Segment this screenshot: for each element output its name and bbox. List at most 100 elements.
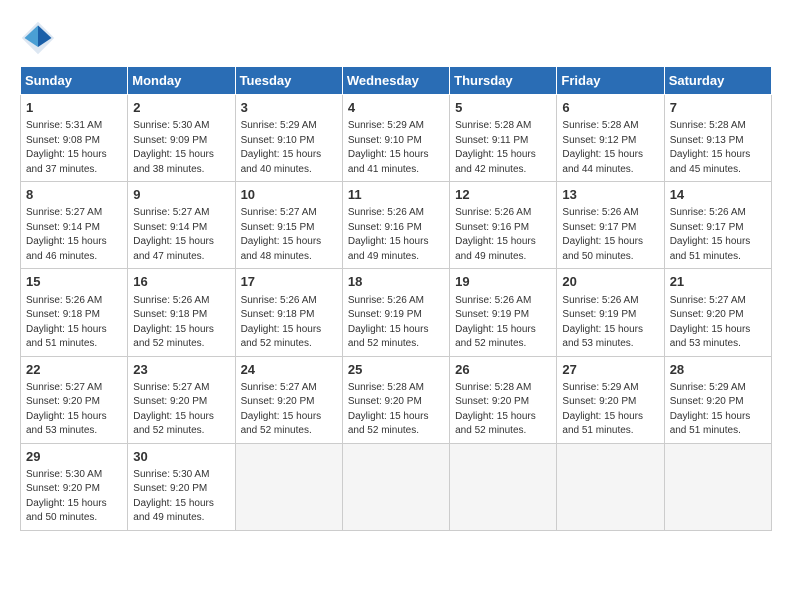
- day-number: 8: [26, 186, 122, 204]
- calendar-table: SundayMondayTuesdayWednesdayThursdayFrid…: [20, 66, 772, 531]
- col-header-tuesday: Tuesday: [235, 67, 342, 95]
- calendar-cell: [342, 443, 449, 530]
- day-number: 22: [26, 361, 122, 379]
- col-header-saturday: Saturday: [664, 67, 771, 95]
- day-number: 13: [562, 186, 658, 204]
- calendar-cell: [557, 443, 664, 530]
- col-header-thursday: Thursday: [450, 67, 557, 95]
- day-number: 26: [455, 361, 551, 379]
- day-number: 24: [241, 361, 337, 379]
- day-number: 5: [455, 99, 551, 117]
- day-info: Sunrise: 5:26 AM Sunset: 9:19 PM Dayligh…: [348, 294, 444, 352]
- calendar-cell: 1 Sunrise: 5:31 AM Sunset: 9:08 PM Daylig…: [21, 95, 128, 182]
- calendar-cell: 18 Sunrise: 5:26 AM Sunset: 9:19 PM Dayli…: [342, 269, 449, 356]
- day-number: 19: [455, 273, 551, 291]
- day-number: 23: [133, 361, 229, 379]
- calendar-cell: 19 Sunrise: 5:26 AM Sunset: 9:19 PM Dayli…: [450, 269, 557, 356]
- logo: [20, 20, 62, 56]
- calendar-cell: 2 Sunrise: 5:30 AM Sunset: 9:09 PM Daylig…: [128, 95, 235, 182]
- day-number: 28: [670, 361, 766, 379]
- calendar-week-row: 1 Sunrise: 5:31 AM Sunset: 9:08 PM Daylig…: [21, 95, 772, 182]
- calendar-cell: 20 Sunrise: 5:26 AM Sunset: 9:19 PM Dayli…: [557, 269, 664, 356]
- col-header-friday: Friday: [557, 67, 664, 95]
- day-info: Sunrise: 5:26 AM Sunset: 9:18 PM Dayligh…: [241, 294, 337, 352]
- calendar-cell: 8 Sunrise: 5:27 AM Sunset: 9:14 PM Daylig…: [21, 182, 128, 269]
- calendar-cell: [450, 443, 557, 530]
- day-info: Sunrise: 5:30 AM Sunset: 9:20 PM Dayligh…: [133, 468, 229, 526]
- day-info: Sunrise: 5:27 AM Sunset: 9:20 PM Dayligh…: [26, 381, 122, 439]
- day-info: Sunrise: 5:26 AM Sunset: 9:16 PM Dayligh…: [455, 206, 551, 264]
- day-info: Sunrise: 5:28 AM Sunset: 9:20 PM Dayligh…: [455, 381, 551, 439]
- day-number: 11: [348, 186, 444, 204]
- day-info: Sunrise: 5:28 AM Sunset: 9:11 PM Dayligh…: [455, 119, 551, 177]
- day-info: Sunrise: 5:26 AM Sunset: 9:16 PM Dayligh…: [348, 206, 444, 264]
- day-info: Sunrise: 5:27 AM Sunset: 9:20 PM Dayligh…: [241, 381, 337, 439]
- calendar-week-row: 8 Sunrise: 5:27 AM Sunset: 9:14 PM Daylig…: [21, 182, 772, 269]
- calendar-cell: 12 Sunrise: 5:26 AM Sunset: 9:16 PM Dayli…: [450, 182, 557, 269]
- day-number: 6: [562, 99, 658, 117]
- calendar-week-row: 29 Sunrise: 5:30 AM Sunset: 9:20 PM Dayli…: [21, 443, 772, 530]
- day-number: 2: [133, 99, 229, 117]
- calendar-cell: 22 Sunrise: 5:27 AM Sunset: 9:20 PM Dayli…: [21, 356, 128, 443]
- day-number: 3: [241, 99, 337, 117]
- day-info: Sunrise: 5:26 AM Sunset: 9:18 PM Dayligh…: [133, 294, 229, 352]
- day-number: 7: [670, 99, 766, 117]
- calendar-cell: 13 Sunrise: 5:26 AM Sunset: 9:17 PM Dayli…: [557, 182, 664, 269]
- calendar-week-row: 22 Sunrise: 5:27 AM Sunset: 9:20 PM Dayli…: [21, 356, 772, 443]
- header: [20, 20, 772, 56]
- day-number: 29: [26, 448, 122, 466]
- day-number: 18: [348, 273, 444, 291]
- day-info: Sunrise: 5:27 AM Sunset: 9:15 PM Dayligh…: [241, 206, 337, 264]
- day-number: 20: [562, 273, 658, 291]
- day-info: Sunrise: 5:26 AM Sunset: 9:19 PM Dayligh…: [562, 294, 658, 352]
- day-info: Sunrise: 5:27 AM Sunset: 9:14 PM Dayligh…: [133, 206, 229, 264]
- day-info: Sunrise: 5:30 AM Sunset: 9:09 PM Dayligh…: [133, 119, 229, 177]
- calendar-header-row: SundayMondayTuesdayWednesdayThursdayFrid…: [21, 67, 772, 95]
- day-number: 12: [455, 186, 551, 204]
- calendar-cell: 14Sunrise: 5:26 AM Sunset: 9:17 PM Dayli…: [664, 182, 771, 269]
- logo-icon: [20, 20, 56, 56]
- calendar-cell: [235, 443, 342, 530]
- day-info: Sunrise: 5:28 AM Sunset: 9:13 PM Dayligh…: [670, 119, 766, 177]
- day-info: Sunrise: 5:26 AM Sunset: 9:17 PM Dayligh…: [562, 206, 658, 264]
- day-number: 10: [241, 186, 337, 204]
- day-number: 15: [26, 273, 122, 291]
- day-number: 9: [133, 186, 229, 204]
- day-number: 17: [241, 273, 337, 291]
- calendar-cell: [664, 443, 771, 530]
- day-number: 16: [133, 273, 229, 291]
- calendar-cell: 24 Sunrise: 5:27 AM Sunset: 9:20 PM Dayli…: [235, 356, 342, 443]
- calendar-cell: 27 Sunrise: 5:29 AM Sunset: 9:20 PM Dayli…: [557, 356, 664, 443]
- day-info: Sunrise: 5:29 AM Sunset: 9:10 PM Dayligh…: [348, 119, 444, 177]
- day-info: Sunrise: 5:29 AM Sunset: 9:20 PM Dayligh…: [562, 381, 658, 439]
- day-info: Sunrise: 5:30 AM Sunset: 9:20 PM Dayligh…: [26, 468, 122, 526]
- calendar-cell: 29 Sunrise: 5:30 AM Sunset: 9:20 PM Dayli…: [21, 443, 128, 530]
- day-number: 1: [26, 99, 122, 117]
- day-info: Sunrise: 5:26 AM Sunset: 9:19 PM Dayligh…: [455, 294, 551, 352]
- calendar-cell: 17 Sunrise: 5:26 AM Sunset: 9:18 PM Dayli…: [235, 269, 342, 356]
- day-number: 14: [670, 186, 766, 204]
- calendar-cell: 9 Sunrise: 5:27 AM Sunset: 9:14 PM Daylig…: [128, 182, 235, 269]
- col-header-wednesday: Wednesday: [342, 67, 449, 95]
- day-info: Sunrise: 5:31 AM Sunset: 9:08 PM Dayligh…: [26, 119, 122, 177]
- day-number: 30: [133, 448, 229, 466]
- calendar-cell: 21 Sunrise: 5:27 AM Sunset: 9:20 PM Dayli…: [664, 269, 771, 356]
- calendar-cell: 10 Sunrise: 5:27 AM Sunset: 9:15 PM Dayli…: [235, 182, 342, 269]
- day-number: 21: [670, 273, 766, 291]
- calendar-cell: 25Sunrise: 5:28 AM Sunset: 9:20 PM Dayli…: [342, 356, 449, 443]
- day-info: Sunrise: 5:27 AM Sunset: 9:14 PM Dayligh…: [26, 206, 122, 264]
- day-info: Sunrise: 5:28 AM Sunset: 9:20 PM Dayligh…: [348, 381, 444, 439]
- calendar-week-row: 15 Sunrise: 5:26 AM Sunset: 9:18 PM Dayli…: [21, 269, 772, 356]
- calendar-cell: 28Sunrise: 5:29 AM Sunset: 9:20 PM Dayli…: [664, 356, 771, 443]
- col-header-sunday: Sunday: [21, 67, 128, 95]
- day-number: 27: [562, 361, 658, 379]
- calendar-cell: 30 Sunrise: 5:30 AM Sunset: 9:20 PM Dayli…: [128, 443, 235, 530]
- col-header-monday: Monday: [128, 67, 235, 95]
- day-number: 4: [348, 99, 444, 117]
- day-info: Sunrise: 5:27 AM Sunset: 9:20 PM Dayligh…: [133, 381, 229, 439]
- calendar-cell: 11 Sunrise: 5:26 AM Sunset: 9:16 PM Dayli…: [342, 182, 449, 269]
- day-info: Sunrise: 5:27 AM Sunset: 9:20 PM Dayligh…: [670, 294, 766, 352]
- calendar-cell: 4 Sunrise: 5:29 AM Sunset: 9:10 PM Daylig…: [342, 95, 449, 182]
- calendar-cell: 23 Sunrise: 5:27 AM Sunset: 9:20 PM Dayli…: [128, 356, 235, 443]
- day-info: Sunrise: 5:29 AM Sunset: 9:10 PM Dayligh…: [241, 119, 337, 177]
